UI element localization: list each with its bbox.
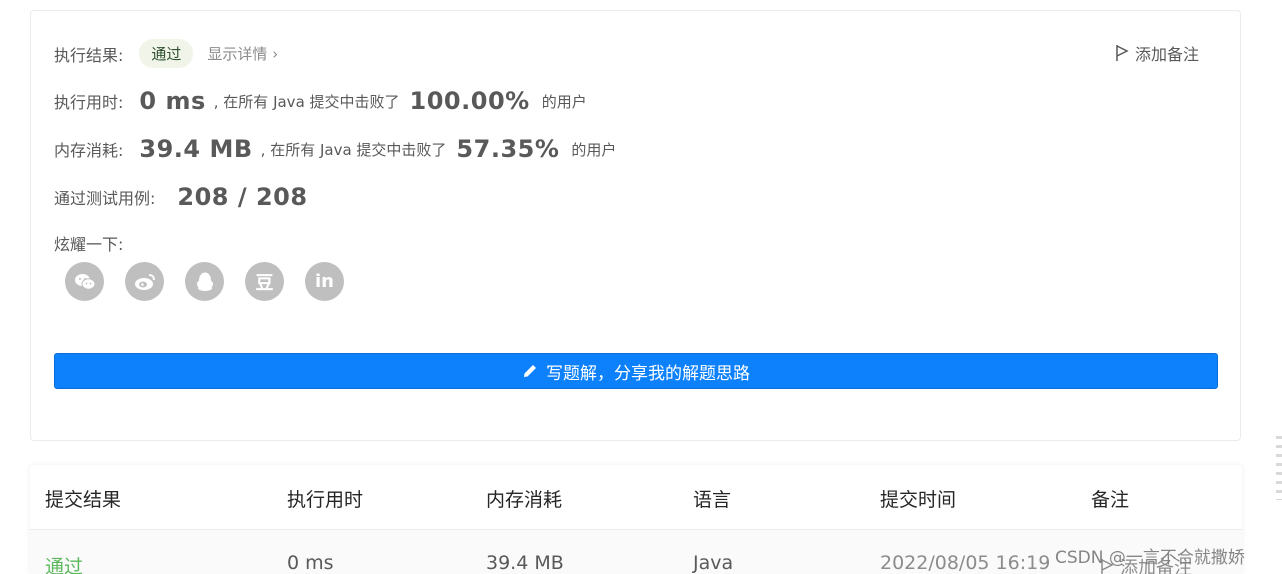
row-runtime: 0 ms bbox=[287, 552, 334, 574]
show-details-link[interactable]: 显示详情 › bbox=[207, 43, 278, 64]
pencil-icon bbox=[524, 365, 536, 377]
status-badge: 通过 bbox=[139, 39, 194, 68]
write-solution-button[interactable]: 写题解，分享我的解题思路 bbox=[54, 353, 1218, 389]
header-status: 提交结果 bbox=[45, 489, 122, 511]
tests-row: 通过测试用例: 208 / 208 bbox=[54, 183, 308, 211]
row-time: 2022/08/05 16:19 bbox=[880, 552, 1051, 574]
flag-icon bbox=[1116, 45, 1129, 61]
write-solution-label: 写题解，分享我的解题思路 bbox=[546, 363, 750, 384]
add-note-label: 添加备注 bbox=[1134, 45, 1199, 64]
header-language: 语言 bbox=[693, 489, 732, 511]
header-note: 备注 bbox=[1091, 489, 1130, 511]
memory-suffix: 的用户 bbox=[571, 140, 617, 159]
qq-icon[interactable] bbox=[185, 262, 224, 301]
submission-result-card: 执行结果: 通过 显示详情 › 添加备注 执行用时: 0 ms , 在所有 Ja… bbox=[30, 10, 1241, 441]
memory-text: , 在所有 Java 提交中击败了 bbox=[260, 140, 447, 159]
share-row: 炫耀一下: bbox=[54, 231, 123, 255]
runtime-percent: 100.00% bbox=[409, 87, 530, 115]
add-note-button[interactable]: 添加备注 bbox=[1115, 41, 1199, 65]
table-header: 提交结果 执行用时 内存消耗 语言 提交时间 备注 bbox=[30, 465, 1242, 530]
share-label: 炫耀一下: bbox=[54, 235, 124, 254]
header-memory: 内存消耗 bbox=[486, 489, 563, 511]
result-label: 执行结果: bbox=[54, 45, 124, 65]
weibo-icon[interactable] bbox=[125, 262, 164, 301]
header-runtime: 执行用时 bbox=[287, 489, 364, 511]
runtime-label: 执行用时: bbox=[54, 93, 124, 112]
wechat-icon[interactable] bbox=[65, 262, 104, 301]
tests-value: 208 / 208 bbox=[177, 183, 308, 211]
linkedin-icon[interactable]: in bbox=[305, 262, 344, 301]
memory-value: 39.4 MB bbox=[139, 135, 253, 163]
share-icons: 豆 in bbox=[65, 262, 344, 301]
watermark: CSDN @一言不合就撒娇 bbox=[1055, 548, 1245, 568]
result-row: 执行结果: 通过 显示详情 › bbox=[54, 39, 278, 68]
memory-row: 内存消耗: 39.4 MB , 在所有 Java 提交中击败了 57.35% 的… bbox=[54, 135, 616, 163]
runtime-row: 执行用时: 0 ms , 在所有 Java 提交中击败了 100.00% 的用户 bbox=[54, 87, 587, 115]
tests-label: 通过测试用例: bbox=[54, 189, 156, 208]
runtime-value: 0 ms bbox=[139, 87, 206, 115]
row-status[interactable]: 通过 bbox=[45, 552, 83, 574]
runtime-text: , 在所有 Java 提交中击败了 bbox=[213, 92, 400, 111]
row-language: Java bbox=[693, 552, 734, 574]
header-time: 提交时间 bbox=[880, 489, 957, 511]
memory-label: 内存消耗: bbox=[54, 141, 124, 160]
scrollbar[interactable] bbox=[1276, 436, 1282, 500]
row-memory: 39.4 MB bbox=[486, 552, 564, 574]
memory-percent: 57.35% bbox=[456, 135, 560, 163]
runtime-suffix: 的用户 bbox=[541, 92, 587, 111]
douban-icon[interactable]: 豆 bbox=[245, 262, 284, 301]
